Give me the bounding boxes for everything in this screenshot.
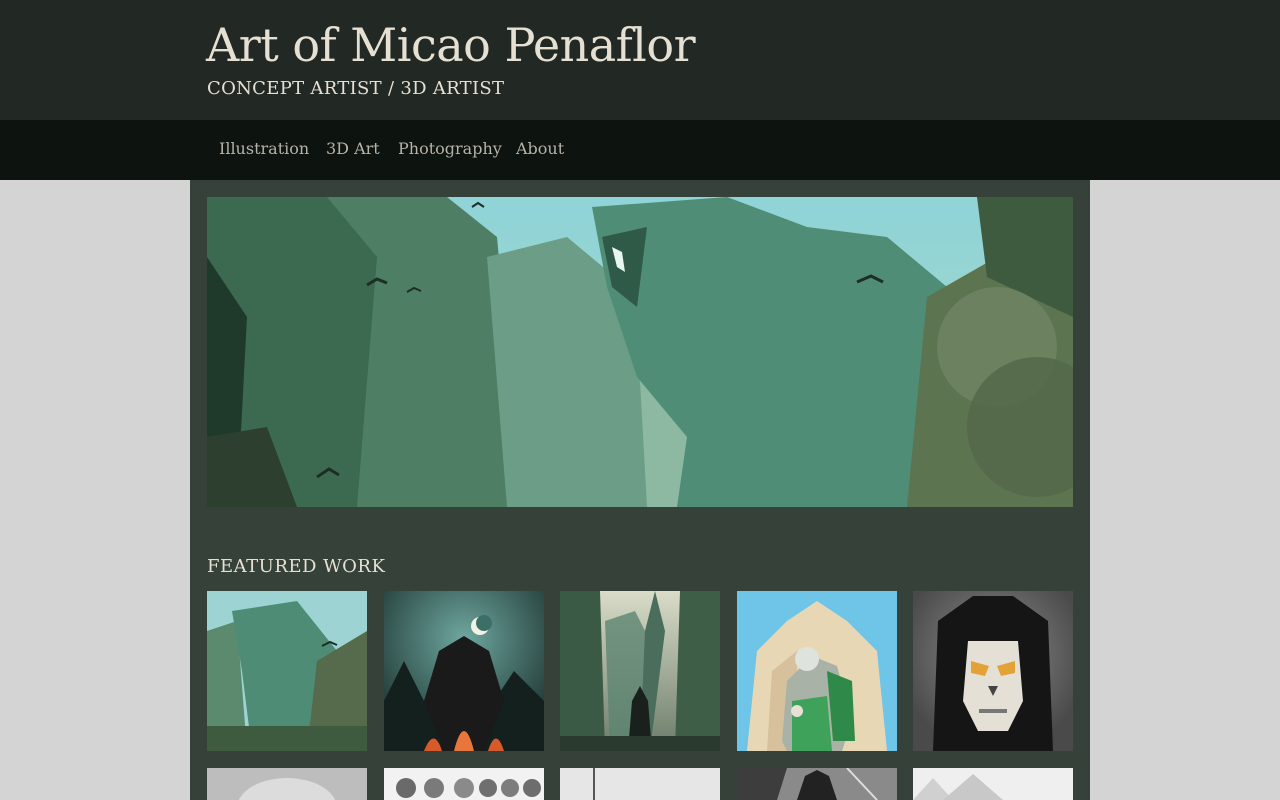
featured-thumbnail-1[interactable] [207, 591, 367, 751]
main-nav [0, 120, 1280, 180]
featured-thumbnail-6[interactable] [207, 768, 367, 800]
featured-thumbnail-3[interactable] [560, 591, 720, 751]
site-subtitle: CONCEPT ARTIST / 3D ARTIST [207, 78, 505, 99]
nav-item-photography[interactable]: Photography [398, 139, 502, 158]
featured-thumbnail-9[interactable] [737, 768, 897, 800]
hero-banner-image[interactable] [207, 197, 1073, 507]
nav-item-about[interactable]: About [516, 139, 564, 158]
featured-work-heading: FEATURED WORK [207, 556, 386, 577]
featured-thumbnail-10[interactable] [913, 768, 1073, 800]
featured-thumbnail-4[interactable] [737, 591, 897, 751]
site-title[interactable]: Art of Micao Penaflor [206, 18, 696, 72]
nav-item-illustration[interactable]: Illustration [219, 139, 309, 158]
featured-thumbnail-5[interactable] [913, 591, 1073, 751]
featured-thumbnail-8[interactable] [560, 768, 720, 800]
featured-thumbnail-7[interactable] [384, 768, 544, 800]
nav-item-3d-art[interactable]: 3D Art [326, 139, 380, 158]
featured-thumbnail-2[interactable] [384, 591, 544, 751]
